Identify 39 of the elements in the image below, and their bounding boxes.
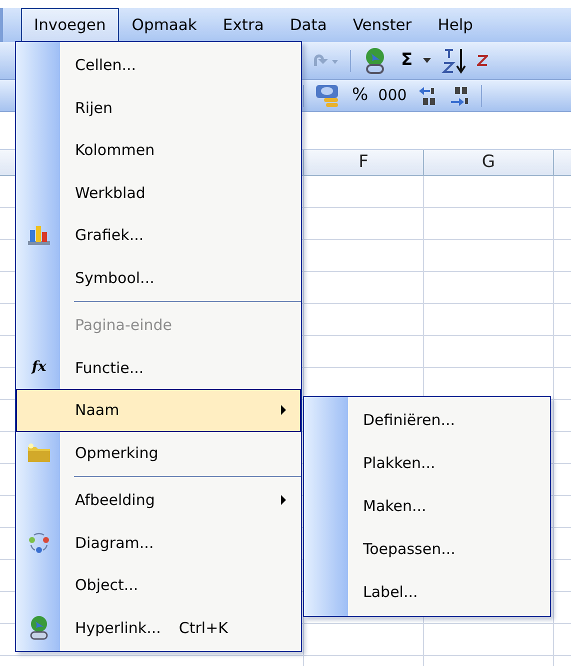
submenu-arrow-icon: [281, 405, 286, 416]
menu-item[interactable]: Symbool...: [16, 256, 301, 299]
menu-item[interactable]: Toepassen...: [304, 528, 550, 571]
percent-button[interactable]: %: [352, 87, 368, 104]
menu-item[interactable]: fx Functie...: [16, 346, 301, 389]
thousands-separator-button[interactable]: 000: [378, 88, 407, 103]
menu-bar-item[interactable]: Extra: [210, 8, 277, 42]
menu-item[interactable]: Cellen...: [16, 44, 301, 86]
autosum-button[interactable]: Σ: [401, 52, 413, 69]
sort-ascending-icon: [440, 46, 467, 74]
chart-icon: [27, 224, 51, 246]
menu-bar-item[interactable]: Venster: [340, 8, 425, 42]
menu-item[interactable]: Kolommen: [16, 129, 301, 172]
menu-bar-item[interactable]: Data: [276, 8, 340, 42]
function-icon: fx: [32, 357, 46, 378]
menu-bar-item[interactable]: Help: [424, 8, 486, 42]
menu-item[interactable]: Grafiek...: [16, 214, 301, 256]
column-header[interactable]: G: [423, 150, 553, 175]
menu-item[interactable]: Werkblad: [16, 172, 301, 214]
menu-item[interactable]: Opmerking: [16, 432, 301, 474]
menu-bar-item[interactable]: Opmaak: [118, 8, 210, 42]
menu-item[interactable]: Object...: [16, 564, 301, 606]
column-header[interactable]: F: [303, 150, 423, 175]
comment-icon: [27, 442, 51, 463]
menu-bar-item[interactable]: Invoegen: [21, 8, 119, 42]
menu-item[interactable]: Definiëren...: [304, 399, 550, 442]
menu-item[interactable]: Afbeelding: [16, 479, 301, 522]
submenu-arrow-icon: [281, 495, 286, 506]
menu-item[interactable]: Diagram...: [16, 522, 301, 564]
menu-item[interactable]: Rijen: [16, 86, 301, 129]
dropdown-icon: [422, 58, 431, 64]
menu-item[interactable]: Label...: [304, 571, 550, 614]
sort-descending-icon: [476, 54, 488, 66]
menu-item[interactable]: Naam: [16, 389, 301, 432]
diagram-icon: [28, 532, 50, 554]
decrease-decimal-icon: [448, 84, 471, 106]
menu-item[interactable]: Maken...: [304, 485, 550, 528]
menu-item[interactable]: Hyperlink... Ctrl+K: [16, 606, 301, 649]
menu-item[interactable]: Plakken...: [304, 442, 550, 485]
